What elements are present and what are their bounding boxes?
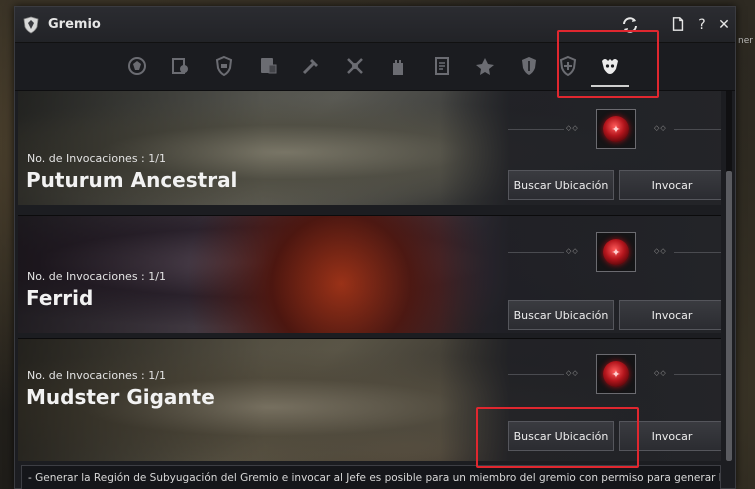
guild-members-icon [172,58,188,74]
boss-item-slot[interactable]: ✦ [596,109,636,149]
tab-guild-notice[interactable] [427,51,457,81]
summon-button[interactable]: Invocar [619,170,721,200]
scrollbar-thumb[interactable] [726,171,732,461]
boss-name: Mudster Gigante [26,385,215,409]
boss-summon-scroll-icon: ✦ [603,239,629,265]
boss-item-slot[interactable]: ✦ [596,354,636,394]
tab-guild-members[interactable] [165,51,195,81]
ornament: ◇◇ [566,124,579,132]
info-notice: - Generar la Región de Subyugación del G… [21,465,721,489]
refresh-icon[interactable] [621,16,639,34]
guild-castle-icon [393,60,403,75]
title-bar[interactable]: Gremio ? ✕ [15,7,735,43]
guild-shield-icon [215,55,233,77]
guild-defense-icon [522,57,536,75]
boss-card: No. de Invocaciones : 1/1 Mudster Gigant… [18,338,721,461]
summon-button[interactable]: Invocar [619,421,721,451]
boss-item-slot[interactable]: ✦ [596,232,636,272]
tab-guild-battle[interactable] [340,51,370,81]
guild-war-icon [476,58,494,75]
tab-guild-quest[interactable] [253,51,283,81]
boss-name: Ferrid [26,286,94,310]
tab-bar [15,43,735,91]
tab-guild-defense[interactable] [514,51,544,81]
guild-crafting-icon [302,59,318,75]
close-icon[interactable]: ✕ [715,16,733,34]
boss-list[interactable]: No. de Invocaciones : 1/1 Puturum Ancest… [18,91,721,461]
guild-window: Gremio ? ✕ No. de Invocaciones: 1/1 Put… [14,6,736,489]
guild-battle-icon [347,58,363,74]
guild-crest-icon [23,16,39,34]
summon-count: No. de Invocaciones : 1/1 [27,152,166,165]
summon-button[interactable]: Invocar [619,300,721,330]
boss-card: No. de Invocaciones : 1/1 Puturum Ancest… [18,91,721,205]
help-icon[interactable]: ? [693,16,711,34]
boss-summon-scroll-icon: ✦ [603,361,629,387]
guild-support-icon [559,55,577,77]
tab-guild-war[interactable] [470,51,500,81]
ornament: ◇◇ [566,369,579,377]
find-location-button[interactable]: Buscar Ubicación [508,170,614,200]
boss-card: No. de Invocaciones : 1/1 Ferrid ◇◇ ✦ ◇◇… [18,215,721,333]
boss-name: Puturum Ancestral [26,168,238,192]
document-icon[interactable] [669,16,687,34]
tab-guild-boss[interactable] [591,51,629,87]
tab-guild-emblem[interactable] [122,51,152,81]
guild-notice-icon [435,57,449,75]
window-title: Gremio [48,17,101,32]
guild-quest-icon [261,58,277,74]
boss-summon-scroll-icon: ✦ [603,116,629,142]
find-location-button[interactable]: Buscar Ubicación [508,421,614,451]
find-location-button[interactable]: Buscar Ubicación [508,300,614,330]
guild-emblem-icon [128,57,146,75]
summon-count: No. de Invocaciones : 1/1 [27,369,166,382]
summon-count: No. de Invocaciones : 1/1 [27,270,166,283]
tab-guild-castle[interactable] [383,51,413,81]
tab-guild-support[interactable] [553,51,583,81]
guild-boss-icon [602,59,618,74]
tab-guild-crafting[interactable] [296,51,326,81]
ornament: ◇◇ [566,247,579,255]
tab-guild-shield[interactable] [209,51,239,81]
boss-list-scrollbar[interactable] [726,91,732,461]
background-partial-text: ner [738,36,753,46]
